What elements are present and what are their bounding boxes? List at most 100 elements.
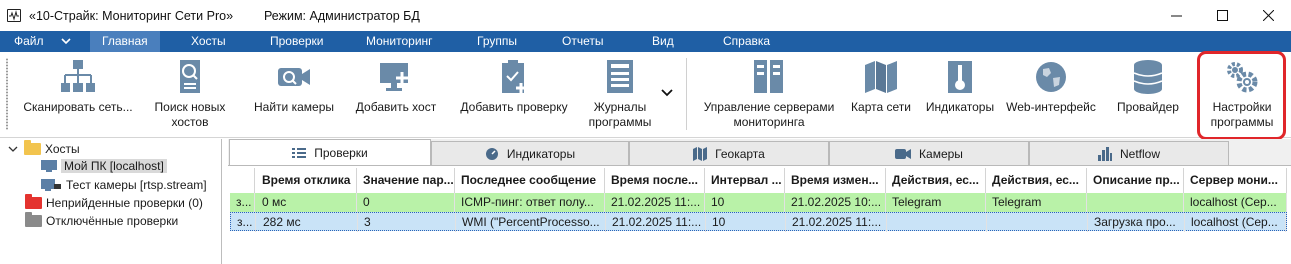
- close-icon: [1262, 10, 1274, 21]
- expand-chevron-icon[interactable]: [8, 144, 18, 154]
- manage-servers-button[interactable]: Управление серверами мониторинга: [698, 58, 840, 134]
- maximize-button[interactable]: [1199, 0, 1245, 31]
- scan-network-label: Сканировать сеть...: [23, 100, 133, 114]
- globe-icon: [1033, 58, 1069, 96]
- menu-bar: Файл Главная Хосты Проверки Мониторинг Г…: [0, 31, 1291, 52]
- gray-folder-icon: [25, 212, 42, 227]
- ribbon-separator: [686, 58, 687, 130]
- column-header[interactable]: Время после...: [605, 168, 705, 193]
- table-cell: [887, 213, 987, 232]
- menu-home[interactable]: Главная: [90, 31, 160, 52]
- table-cell: 282 мс: [257, 213, 358, 232]
- chevron-down-icon: [661, 89, 673, 97]
- database-icon: [1130, 58, 1166, 96]
- table-cell: 10: [706, 213, 786, 232]
- column-header[interactable]: Значение пар...: [357, 168, 455, 193]
- provider-label: Провайдер: [1117, 100, 1179, 114]
- add-check-button[interactable]: Добавить проверку: [452, 58, 576, 134]
- menu-groups[interactable]: Группы: [477, 31, 517, 52]
- indicators-button[interactable]: Индикаторы: [920, 58, 1000, 134]
- app-monitor-icon: [7, 9, 21, 22]
- table-cell: 10: [705, 193, 785, 212]
- program-logs-button[interactable]: Журналы программы: [582, 58, 658, 134]
- add-host-icon: [378, 58, 414, 96]
- table-cell: localhost (Сер...: [1184, 193, 1287, 212]
- menu-reports[interactable]: Отчеты: [562, 31, 603, 52]
- menu-view[interactable]: Вид: [652, 31, 674, 52]
- table-cell: [1087, 193, 1184, 212]
- add-host-button[interactable]: Добавить хост: [350, 58, 442, 134]
- find-new-hosts-label: Поиск новых хостов: [154, 100, 226, 129]
- column-header[interactable]: Действия, ес...: [986, 168, 1087, 193]
- table-cell: 0 мс: [256, 193, 357, 212]
- table-cell: Telegram: [986, 193, 1087, 212]
- mode-label: Режим: Администратор БД: [264, 9, 420, 23]
- column-header[interactable]: Время отклика: [256, 168, 357, 193]
- tab-cameras[interactable]: Камеры: [829, 141, 1029, 165]
- network-map-button[interactable]: Карта сети: [844, 58, 918, 134]
- table-cell: Telegram: [886, 193, 986, 212]
- column-header[interactable]: Действия, ес...: [886, 168, 986, 193]
- log-document-icon: [602, 58, 638, 96]
- table-row-selected[interactable]: з... 282 мс 3 WMI ("PercentProcesso... 2…: [230, 212, 1287, 232]
- server-search-icon: [172, 58, 208, 96]
- menu-monitoring[interactable]: Мониторинг: [366, 31, 433, 52]
- tree-label-camera-test: Тест камеры [rtsp.stream]: [66, 178, 207, 192]
- tab-netflow-label: Netflow: [1119, 146, 1160, 161]
- table-cell: [987, 213, 1088, 232]
- table-cell: з...: [231, 213, 256, 232]
- program-logs-label: Журналы программы: [588, 100, 652, 129]
- tab-indicators-label: Индикаторы: [506, 146, 576, 161]
- menu-checks[interactable]: Проверки: [270, 31, 324, 52]
- column-header[interactable]: Интервал ...: [705, 168, 785, 193]
- column-header[interactable]: [230, 168, 255, 193]
- chevron-down-icon[interactable]: [58, 34, 74, 48]
- table-cell: localhost (Сер...: [1185, 213, 1286, 232]
- hosts-tree: Хосты Мой ПК [localhost] Тест камеры [rt…: [0, 139, 222, 264]
- minimize-button[interactable]: [1153, 0, 1199, 31]
- add-check-label: Добавить проверку: [460, 100, 568, 114]
- web-interface-label: Web-интерфейс: [1006, 100, 1096, 114]
- table-cell: 21.02.2025 11:...: [605, 193, 705, 212]
- program-logs-dropdown[interactable]: [660, 86, 674, 100]
- find-cameras-label: Найти камеры: [254, 100, 334, 114]
- tree-node-hosts[interactable]: Хосты: [8, 140, 80, 158]
- column-header[interactable]: Время измен...: [785, 168, 886, 193]
- server-rack-icon: [751, 58, 787, 96]
- menu-help[interactable]: Справка: [723, 31, 770, 52]
- tree-node-camera-test[interactable]: Тест камеры [rtsp.stream]: [40, 176, 207, 194]
- add-check-icon: [496, 58, 532, 96]
- column-header[interactable]: Описание пр...: [1087, 168, 1184, 193]
- tab-indicators[interactable]: Индикаторы: [431, 141, 629, 165]
- table-cell: Загрузка про...: [1088, 213, 1185, 232]
- tab-checks[interactable]: Проверки: [229, 139, 431, 166]
- window-title: «10-Страйк: Мониторинг Сети Pro»: [29, 9, 234, 23]
- camera-host-icon: [41, 179, 61, 191]
- tree-node-disabled-checks[interactable]: Отключённые проверки: [25, 212, 178, 230]
- red-folder-icon: [25, 194, 42, 209]
- provider-button[interactable]: Провайдер: [1110, 58, 1186, 134]
- scan-network-button[interactable]: Сканировать сеть...: [22, 58, 134, 134]
- tree-node-my-pc[interactable]: Мой ПК [localhost]: [40, 157, 167, 175]
- network-tree-icon: [60, 58, 96, 96]
- menu-hosts[interactable]: Хосты: [191, 31, 226, 52]
- tree-node-failed-checks[interactable]: Неприйденные проверки (0): [25, 194, 203, 212]
- tab-netflow[interactable]: Netflow: [1029, 141, 1229, 165]
- tree-label-failed-checks: Неприйденные проверки (0): [46, 196, 203, 210]
- tree-label-disabled-checks: Отключённые проверки: [46, 214, 179, 228]
- menu-file[interactable]: Файл: [14, 31, 44, 52]
- table-cell: 0: [357, 193, 455, 212]
- computer-icon: [41, 160, 57, 172]
- tab-geomap[interactable]: Геокарта: [629, 141, 829, 165]
- column-header[interactable]: Последнее сообщение: [455, 168, 605, 193]
- highlight-box: [1197, 51, 1286, 140]
- find-new-hosts-button[interactable]: Поиск новых хостов: [144, 58, 236, 134]
- tree-label-my-pc: Мой ПК [localhost]: [61, 159, 167, 173]
- table-row[interactable]: з... 0 мс 0 ICMP-пинг: ответ полу... 21.…: [230, 193, 1287, 212]
- column-header[interactable]: Сервер мони...: [1184, 168, 1287, 193]
- find-cameras-button[interactable]: Найти камеры: [248, 58, 340, 134]
- web-interface-button[interactable]: Web-интерфейс: [1002, 58, 1100, 134]
- minimize-icon: [1170, 15, 1182, 17]
- toolbar-grip[interactable]: [6, 58, 8, 130]
- close-button[interactable]: [1245, 0, 1291, 31]
